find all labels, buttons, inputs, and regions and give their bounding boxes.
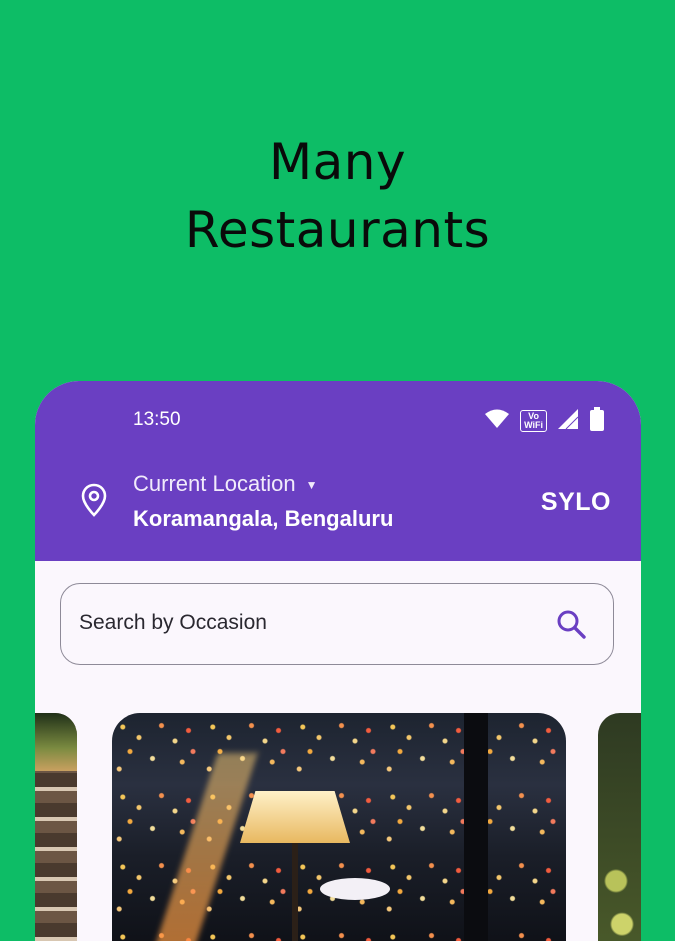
image-table-cup (320, 878, 390, 900)
current-location-label: Current Location (133, 471, 296, 496)
phone-screen: 13:50 Vo WiFi Current Location ▼ Koramang… (35, 381, 641, 941)
restaurant-card-next[interactable] (598, 713, 641, 941)
search-input[interactable]: Search by Occasion (79, 611, 267, 635)
promo-title-line-2: Restaurants (184, 201, 491, 259)
image-pillar (464, 713, 488, 941)
restaurant-image-previous (35, 713, 77, 771)
search-bar[interactable]: Search by Occasion (60, 583, 614, 665)
signal-icon (557, 408, 579, 434)
promo-title-line-1: Many (268, 133, 407, 191)
brand-name: SYLO (540, 488, 611, 516)
status-time: 13:50 (133, 409, 181, 430)
battery-icon (589, 407, 605, 435)
volte-icon: Vo WiFi (520, 410, 547, 432)
image-lamp-pole (292, 843, 298, 941)
promo-title: Many Restaurants (0, 128, 675, 264)
app-bar: 13:50 Vo WiFi Current Location ▼ Koramang… (35, 381, 641, 561)
current-location-value[interactable]: Koramangala, Bengaluru (133, 506, 393, 532)
restaurant-card-previous[interactable] (35, 713, 77, 941)
image-lamp-shade (240, 791, 350, 843)
caret-down-icon: ▼ (305, 478, 318, 493)
restaurant-card[interactable] (112, 713, 566, 941)
wifi-icon (484, 409, 510, 433)
location-pin-icon[interactable] (81, 483, 107, 521)
volte-line-2: WiFi (524, 420, 543, 430)
search-icon[interactable] (555, 608, 587, 644)
current-location-selector[interactable]: Current Location ▼ (133, 471, 318, 497)
status-icons: Vo WiFi (484, 407, 605, 435)
